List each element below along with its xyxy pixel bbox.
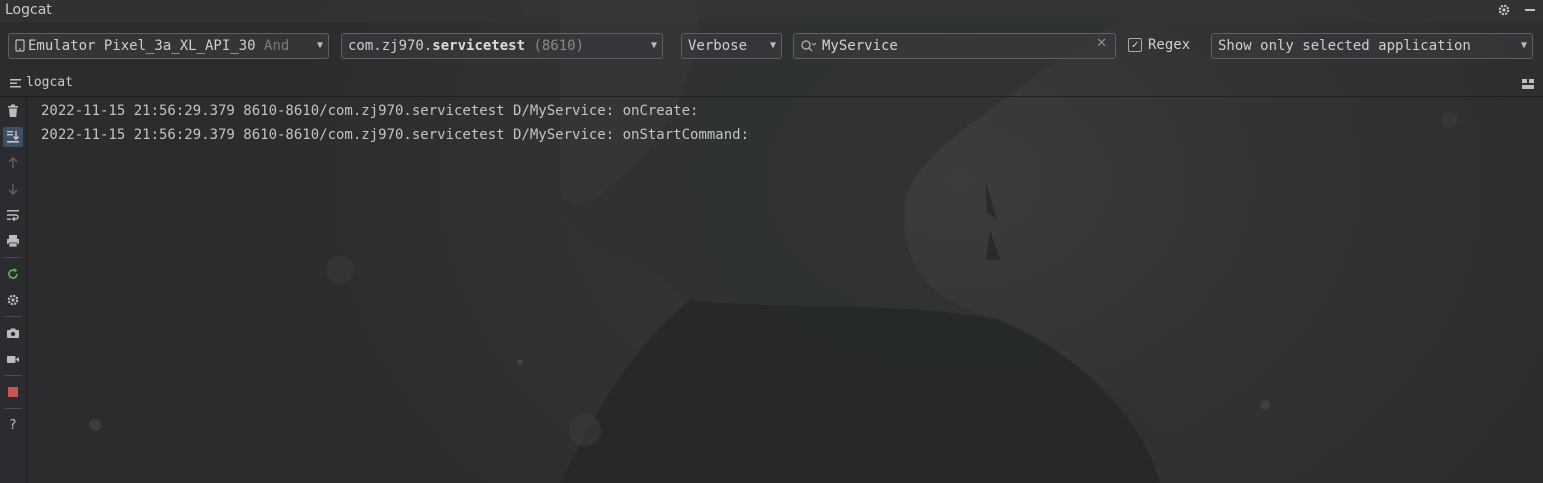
tab-label: logcat [26, 75, 73, 90]
list-icon [10, 78, 21, 87]
trash-icon[interactable] [3, 101, 23, 121]
print-icon[interactable] [3, 231, 23, 251]
clear-icon[interactable]: ✕ [1096, 36, 1107, 51]
logcat-toolbar: Emulator Pixel_3a_XL_API_30 And ▼ com.zj… [0, 30, 1543, 64]
logcat-side-toolbar: ? [0, 97, 27, 483]
tool-window-header: Logcat [0, 0, 1543, 22]
arrow-up-icon[interactable] [3, 153, 23, 173]
search-field[interactable]: ✕ [793, 33, 1116, 59]
logcat-tab-row: logcat [0, 72, 1543, 97]
regex-label: Regex [1148, 37, 1191, 53]
header-actions [1497, 3, 1537, 21]
device-suffix: And [264, 38, 290, 54]
log-output[interactable]: 2022-11-15 21:56:29.379 8610-8610/com.zj… [41, 102, 749, 150]
help-icon[interactable]: ? [3, 415, 23, 435]
package-prefix: com.zj970. [348, 38, 433, 54]
log-level-value: Verbose [688, 38, 748, 54]
device-icon [15, 39, 25, 52]
arrow-down-icon[interactable] [3, 179, 23, 199]
chevron-down-icon: ▼ [650, 40, 657, 51]
scroll-to-end-icon[interactable] [3, 127, 23, 147]
filter-value: Show only selected application [1218, 38, 1471, 54]
checkbox-icon[interactable]: ✓ [1128, 38, 1142, 52]
stop-icon[interactable] [3, 382, 23, 402]
filter-selector[interactable]: Show only selected application ▼ [1211, 33, 1533, 59]
regex-checkbox[interactable]: ✓ Regex [1128, 37, 1190, 53]
search-icon[interactable] [800, 38, 817, 57]
camera-icon[interactable] [3, 323, 23, 343]
restart-icon[interactable] [3, 264, 23, 284]
log-line: 2022-11-15 21:56:29.379 8610-8610/com.zj… [41, 103, 699, 119]
chevron-down-icon: ▼ [316, 40, 323, 51]
minimize-icon[interactable] [1523, 3, 1537, 21]
soft-wrap-icon[interactable] [3, 205, 23, 225]
video-camera-icon[interactable] [3, 349, 23, 369]
chevron-down-icon: ▼ [769, 40, 776, 51]
device-name: Emulator Pixel_3a_XL_API_30 [28, 38, 256, 54]
gear-icon[interactable] [1497, 3, 1511, 21]
process-id: (8610) [533, 38, 585, 54]
window-title: Logcat [5, 2, 52, 18]
log-level-selector[interactable]: Verbose ▼ [681, 33, 782, 59]
process-selector[interactable]: com.zj970.servicetest (8610) ▼ [341, 33, 663, 59]
tab-logcat[interactable]: logcat [10, 75, 73, 90]
search-input[interactable] [822, 37, 1082, 55]
chevron-down-icon: ▼ [1520, 40, 1527, 51]
device-selector[interactable]: Emulator Pixel_3a_XL_API_30 And ▼ [8, 33, 329, 59]
gear-icon[interactable] [3, 290, 23, 310]
layout-icon[interactable] [1521, 76, 1535, 95]
log-line: 2022-11-15 21:56:29.379 8610-8610/com.zj… [41, 127, 750, 143]
package-name: servicetest [432, 38, 526, 54]
